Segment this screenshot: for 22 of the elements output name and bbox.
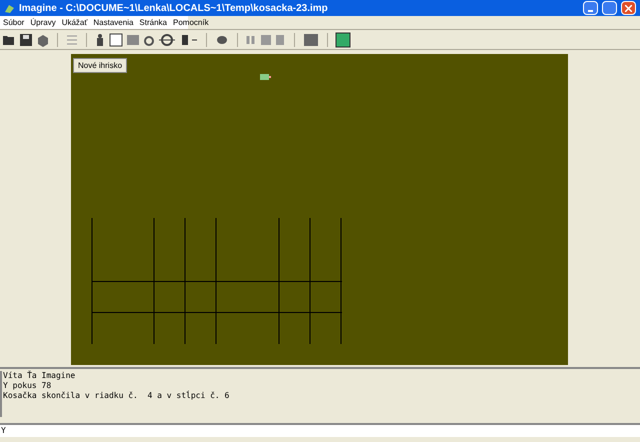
menu-item[interactable]: Úpravy <box>27 16 59 28</box>
device-icon[interactable] <box>179 32 199 46</box>
restore-button[interactable] <box>602 1 617 15</box>
output-line: Víta Ťa Imagine <box>3 371 76 381</box>
menu-item[interactable]: Stránka <box>136 16 170 28</box>
panel-icon[interactable] <box>335 32 351 48</box>
close-icon <box>625 4 632 12</box>
layers-icon[interactable] <box>302 32 320 46</box>
menu-item[interactable]: Súbor <box>0 16 28 28</box>
minimize-button[interactable] <box>583 1 598 15</box>
menu-item[interactable]: Pomocník <box>170 16 212 28</box>
new-playground-button[interactable]: Nové ihrisko <box>73 58 128 73</box>
menu-item[interactable]: Ukážať <box>58 16 90 28</box>
frame-icon[interactable] <box>109 32 123 46</box>
menu-item[interactable]: Nastavenia <box>90 16 136 28</box>
output-line: Kosačka skončila v riadku č. 4 a v stĺpci č. 6 <box>3 391 230 401</box>
mower-icon <box>259 73 271 81</box>
close-button[interactable] <box>621 1 636 15</box>
output-line: Y pokus 78 <box>3 381 52 391</box>
figure-icon[interactable] <box>94 32 106 46</box>
app-icon <box>4 2 15 14</box>
window-title: Imagine - C:\DOCUME~1\Lenka\LOCALS~1\Temp\kosacka-23.imp <box>19 2 329 16</box>
